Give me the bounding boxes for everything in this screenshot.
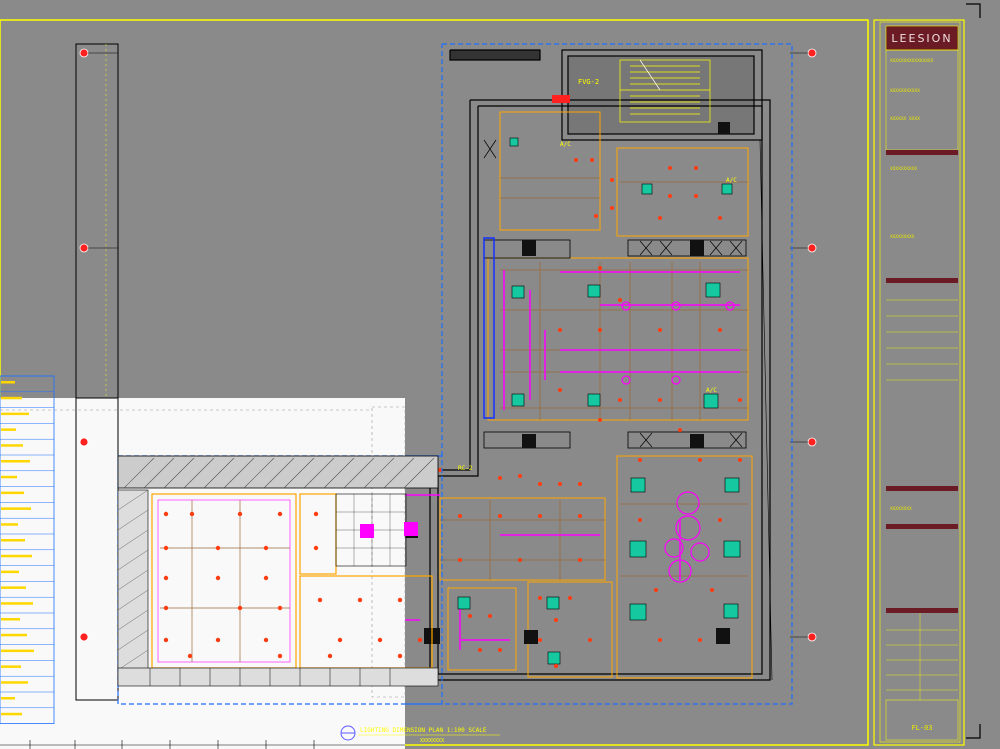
legend-entry xyxy=(1,665,21,668)
legend-entry xyxy=(1,618,20,621)
room-code-label: FVG-2 xyxy=(578,78,599,86)
logo-text: LEESION xyxy=(891,32,952,45)
legend-entry xyxy=(1,523,18,526)
legend-entry xyxy=(1,681,28,684)
overlay-sheet[interactable] xyxy=(0,398,406,749)
grid-bubbles-right xyxy=(790,48,817,642)
legend-entry xyxy=(1,539,25,542)
legend-entry xyxy=(1,460,30,463)
legend-entry xyxy=(1,396,22,400)
ac-label-3: A/C xyxy=(706,387,717,394)
legend-entry xyxy=(1,444,23,447)
corner-mark xyxy=(966,3,981,18)
block-line-1: XXXXXXXXXXXXXXXX xyxy=(890,58,934,64)
legend-entry xyxy=(1,649,34,653)
legend-entry xyxy=(1,633,27,637)
legend-entry xyxy=(1,491,24,495)
block-line-4: XXXXXXXXXX xyxy=(890,166,917,172)
block-line-5: XXXXXXXXX xyxy=(890,234,915,240)
block-line-6: XXXXXXXX xyxy=(890,506,912,512)
legend-entry xyxy=(1,697,15,700)
ring-lights xyxy=(621,301,735,583)
spot-lights xyxy=(424,158,742,668)
sheet-number: FL-03 xyxy=(911,724,932,732)
caption-text: LIGHTING DIMENSION PLAN 1:100 SCALE xyxy=(360,727,487,734)
ac-label-1: A/C xyxy=(560,141,571,148)
caption-sub: XXXXXXXX xyxy=(420,738,444,744)
legend-entry xyxy=(1,412,29,416)
partition-rows xyxy=(483,239,747,449)
cad-canvas[interactable]: FVG-2 LIGHTING DIMENSION PLAN 1:100 SCAL… xyxy=(0,0,1000,749)
title-block[interactable]: LEESION XXXXXXXXXXXXXXXX XXXXXXXXXXX XXX… xyxy=(873,19,965,746)
legend-entry xyxy=(1,381,15,384)
block-line-3: XXXXXX XXXX xyxy=(890,116,920,122)
legend-entry xyxy=(1,570,19,574)
legend-entry xyxy=(1,586,26,589)
legend-entry xyxy=(1,507,31,510)
legend-entry xyxy=(1,428,16,431)
rc-label: RC-2 xyxy=(458,465,473,472)
block-line-2: XXXXXXXXXXX xyxy=(890,88,920,94)
ac-label-2: A/C xyxy=(726,177,737,184)
legend-entry xyxy=(1,475,17,479)
legend-entry xyxy=(1,712,22,716)
legend-entry xyxy=(1,602,33,605)
legend-entry xyxy=(1,554,32,558)
